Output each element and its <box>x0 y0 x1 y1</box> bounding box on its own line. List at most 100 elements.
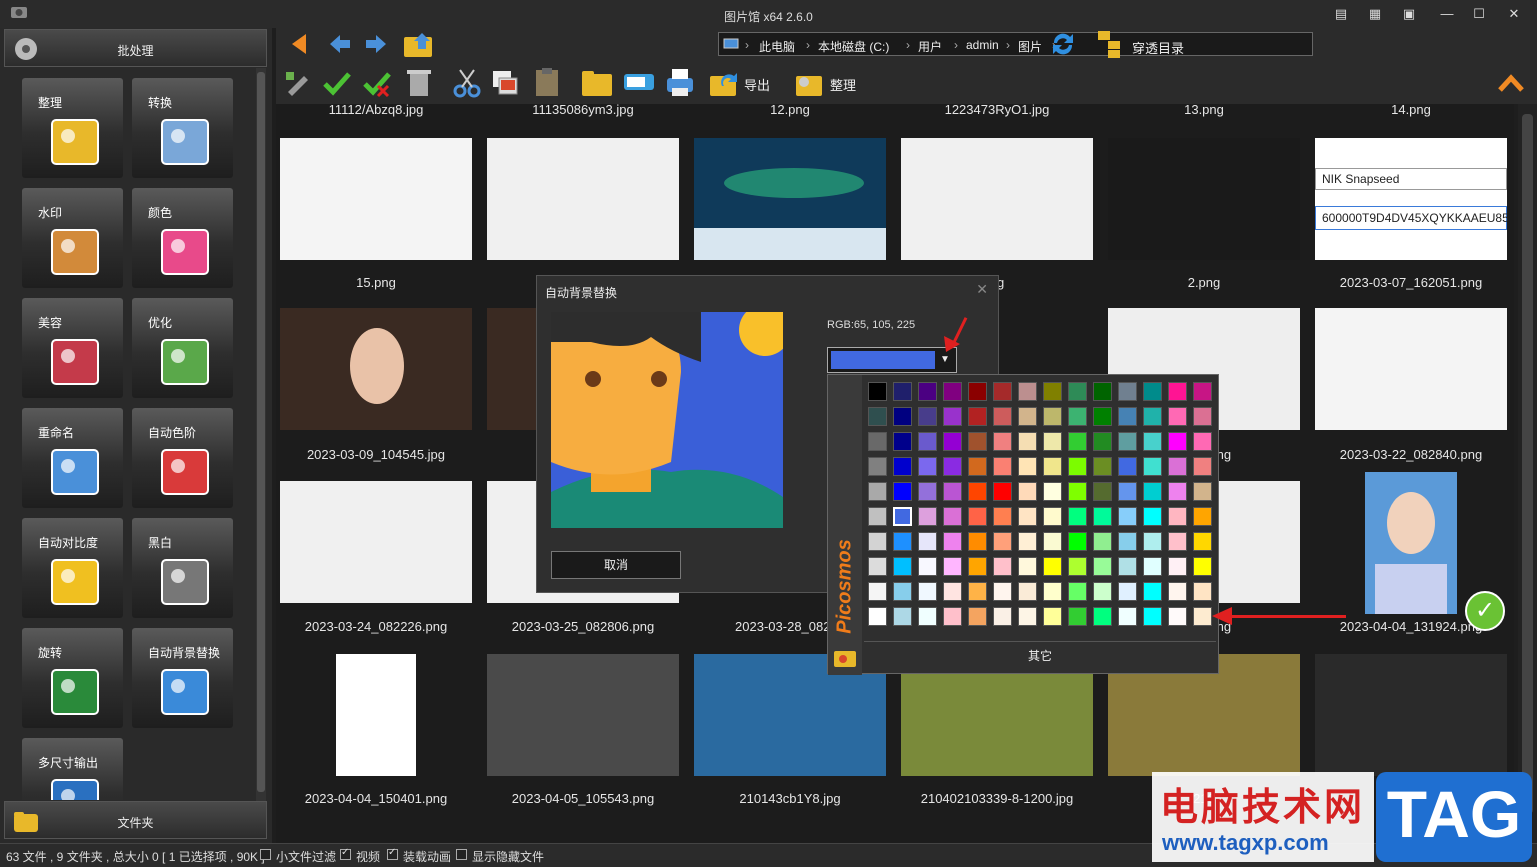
color-swatch[interactable] <box>918 482 937 501</box>
batch-header[interactable]: 批处理 <box>4 29 267 67</box>
thumbnail-image[interactable] <box>1108 138 1300 260</box>
color-swatch[interactable] <box>1118 432 1137 451</box>
color-swatch[interactable] <box>893 557 912 576</box>
color-swatch[interactable] <box>943 382 962 401</box>
color-swatch[interactable] <box>943 582 962 601</box>
trash-icon[interactable] <box>404 66 434 98</box>
color-swatch[interactable] <box>968 607 987 626</box>
color-swatch[interactable] <box>1093 607 1112 626</box>
tool-6[interactable]: 重命名 <box>22 408 123 508</box>
color-swatch[interactable] <box>1193 382 1212 401</box>
color-swatch[interactable] <box>1018 457 1037 476</box>
color-swatch[interactable] <box>1068 582 1087 601</box>
content-scroll-thumb[interactable] <box>1522 114 1533 814</box>
check-green-icon[interactable] <box>322 68 352 98</box>
color-swatch[interactable] <box>943 557 962 576</box>
color-swatch[interactable] <box>1018 432 1037 451</box>
color-swatch[interactable] <box>1043 382 1062 401</box>
rename-field-icon[interactable] <box>622 70 656 94</box>
thumbnail-image[interactable] <box>487 654 679 776</box>
color-swatch[interactable] <box>943 607 962 626</box>
color-swatch[interactable] <box>1143 582 1162 601</box>
color-swatch[interactable] <box>918 407 937 426</box>
color-swatch[interactable] <box>1193 432 1212 451</box>
color-swatch[interactable] <box>918 432 937 451</box>
tool-3[interactable]: 颜色 <box>132 188 233 288</box>
color-swatch[interactable] <box>1043 557 1062 576</box>
through-directory-button[interactable]: 穿透目录 <box>1132 38 1184 57</box>
color-swatch[interactable] <box>1168 582 1187 601</box>
color-swatch[interactable] <box>1068 432 1087 451</box>
thumbnail-image[interactable] <box>1315 308 1507 430</box>
tool-8[interactable]: 自动对比度 <box>22 518 123 618</box>
color-swatch[interactable] <box>968 457 987 476</box>
color-swatch[interactable] <box>1143 507 1162 526</box>
color-swatch[interactable] <box>1118 482 1137 501</box>
color-swatch[interactable] <box>868 557 887 576</box>
color-swatch[interactable] <box>1043 482 1062 501</box>
color-swatch[interactable] <box>1093 532 1112 551</box>
color-swatch[interactable] <box>893 457 912 476</box>
color-swatch[interactable] <box>918 532 937 551</box>
folder-header[interactable]: 文件夹 <box>4 801 267 839</box>
color-swatch[interactable] <box>1193 607 1212 626</box>
color-swatch[interactable] <box>1118 457 1137 476</box>
color-swatch[interactable] <box>1118 507 1137 526</box>
color-swatch[interactable] <box>1193 507 1212 526</box>
color-swatch[interactable] <box>1143 532 1162 551</box>
tool-12[interactable]: 多尺寸输出 <box>22 738 123 800</box>
close-button[interactable]: ✕ <box>1497 4 1531 24</box>
show-hidden-checkbox[interactable] <box>456 849 467 860</box>
color-swatch[interactable] <box>1043 432 1062 451</box>
thumbnail-image[interactable] <box>901 138 1093 260</box>
printer-icon[interactable] <box>664 66 696 98</box>
export-button[interactable]: 导出 <box>744 75 770 94</box>
color-swatch[interactable] <box>968 582 987 601</box>
tool-1[interactable]: 转换 <box>132 78 233 178</box>
color-swatch[interactable] <box>1118 557 1137 576</box>
color-swatch[interactable] <box>1068 457 1087 476</box>
folder-open-icon[interactable] <box>580 66 614 98</box>
color-swatch[interactable] <box>1068 507 1087 526</box>
color-swatch[interactable] <box>968 482 987 501</box>
color-swatch[interactable] <box>893 432 912 451</box>
wrench-icon[interactable] <box>282 68 312 98</box>
color-swatch[interactable] <box>1068 482 1087 501</box>
sidebar-scrollbar[interactable] <box>256 68 266 823</box>
color-swatch[interactable] <box>943 457 962 476</box>
color-swatch[interactable] <box>1143 482 1162 501</box>
color-swatch[interactable] <box>1093 432 1112 451</box>
color-swatch[interactable] <box>993 432 1012 451</box>
snapseed-card[interactable]: NIK Snapseed 600000T9D4DV45XQYKKAAEU85 <box>1315 168 1509 232</box>
color-swatch[interactable] <box>968 507 987 526</box>
tool-10[interactable]: 旋转 <box>22 628 123 728</box>
color-swatch[interactable] <box>868 582 887 601</box>
color-swatch[interactable] <box>1018 532 1037 551</box>
up-folder-icon[interactable] <box>402 29 436 59</box>
color-swatch[interactable] <box>1043 457 1062 476</box>
crumb-this-pc[interactable]: 此电脑 <box>759 38 795 55</box>
color-swatch[interactable] <box>1168 432 1187 451</box>
color-swatch[interactable] <box>968 432 987 451</box>
color-swatch[interactable] <box>1118 607 1137 626</box>
color-swatch[interactable] <box>968 557 987 576</box>
color-swatch[interactable] <box>993 557 1012 576</box>
back-arrow-icon[interactable] <box>326 31 352 57</box>
export-icon[interactable] <box>708 66 740 98</box>
color-swatch[interactable] <box>1118 382 1137 401</box>
crumb-admin[interactable]: admin <box>966 38 999 52</box>
color-swatch[interactable] <box>1018 507 1037 526</box>
copy-image-icon[interactable] <box>490 68 520 98</box>
crumb-local-disk[interactable]: 本地磁盘 (C:) <box>818 38 889 55</box>
color-swatch[interactable] <box>1093 457 1112 476</box>
crumb-pictures[interactable]: 图片 <box>1018 38 1042 55</box>
color-swatch[interactable] <box>1068 532 1087 551</box>
tool-11[interactable]: 自动背景替换 <box>132 628 233 728</box>
color-swatch[interactable] <box>993 532 1012 551</box>
sidebar-scroll-thumb[interactable] <box>257 72 265 792</box>
color-swatch[interactable] <box>1143 407 1162 426</box>
refresh-icon[interactable] <box>1048 29 1078 59</box>
color-swatch[interactable] <box>918 557 937 576</box>
tool-9[interactable]: 黑白 <box>132 518 233 618</box>
color-swatch[interactable] <box>993 582 1012 601</box>
